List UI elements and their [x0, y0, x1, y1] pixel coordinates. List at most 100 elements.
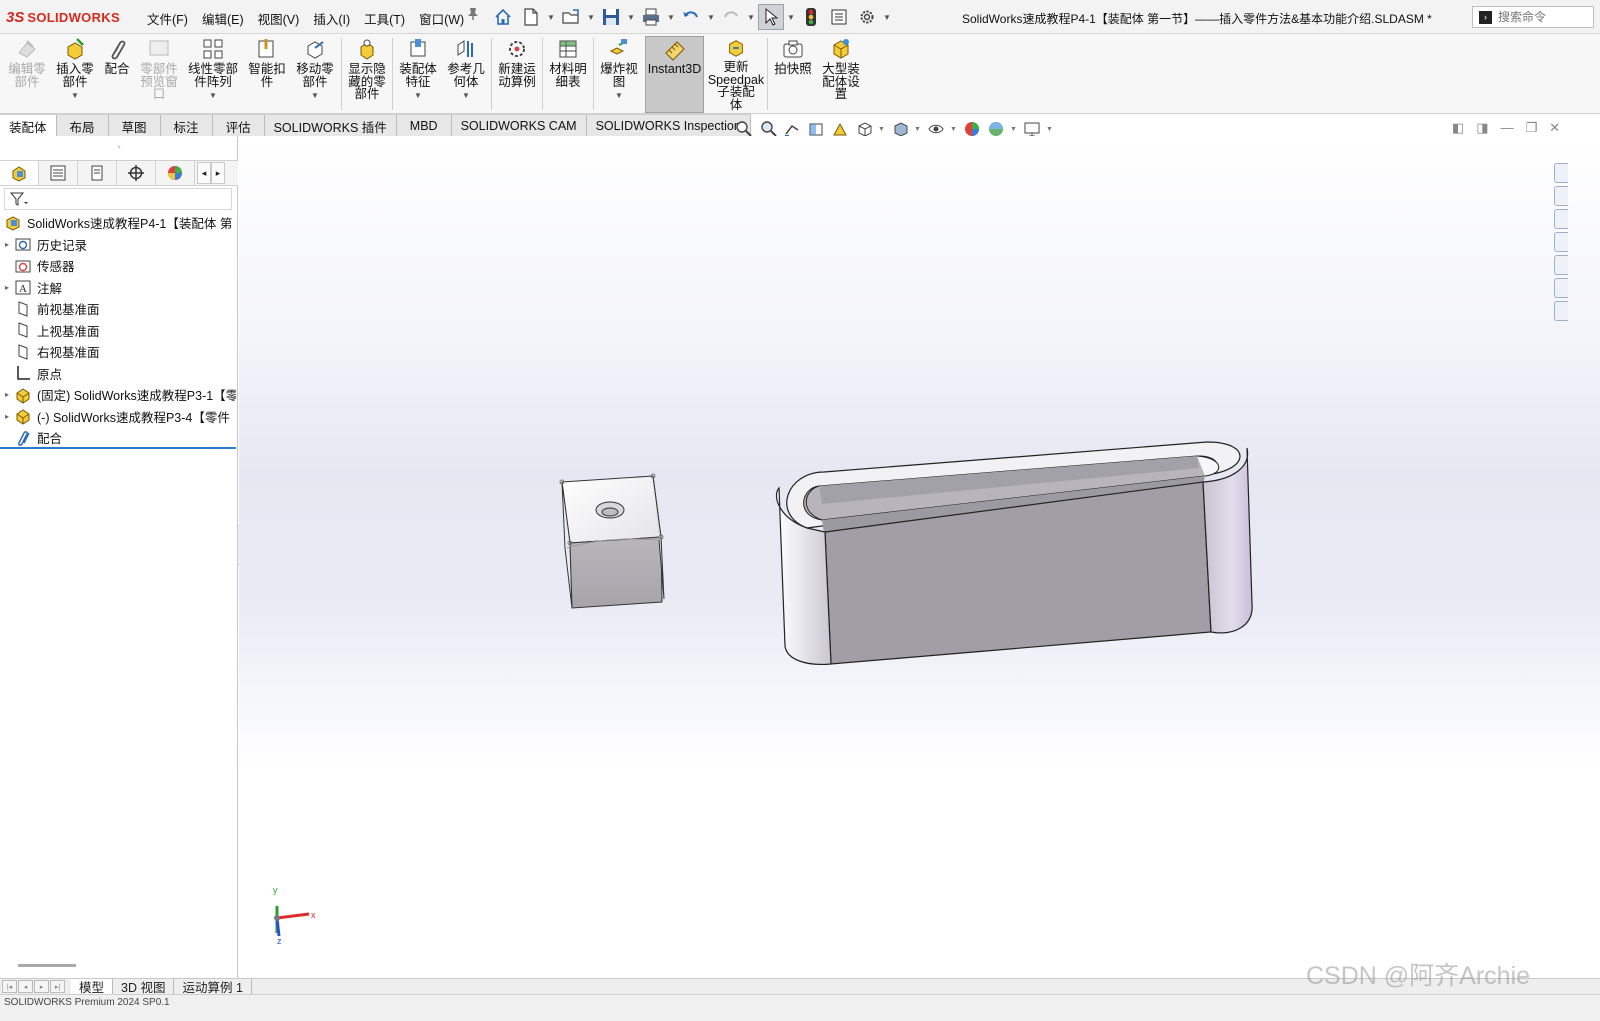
menu-window[interactable]: 窗口(W) — [412, 9, 471, 28]
settings-gear-icon[interactable] — [854, 4, 880, 30]
reference-geometry-dropdown-icon[interactable]: ▼ — [462, 90, 470, 103]
solidworks-resources-tab[interactable] — [1554, 163, 1568, 183]
collapse-left-icon[interactable]: ◧ — [1452, 120, 1464, 136]
collapse-right-icon[interactable]: ◨ — [1476, 120, 1488, 136]
save-icon[interactable] — [598, 4, 624, 30]
view-palette-tab[interactable] — [1554, 232, 1568, 252]
open-icon[interactable] — [558, 4, 584, 30]
insert-component-dropdown-icon[interactable]: ▼ — [71, 90, 79, 103]
insert-component-button[interactable]: 插入零 部件 ▼ — [52, 37, 98, 111]
tree-filter[interactable] — [4, 188, 232, 210]
tab-sketch[interactable]: 草图 — [108, 115, 161, 137]
linear-pattern-button[interactable]: 线性零部 件阵列 ▼ — [184, 37, 242, 111]
tab-evaluate[interactable]: 评估 — [212, 115, 265, 137]
select-arrow-icon[interactable] — [758, 4, 784, 30]
show-hidden-components-button[interactable]: 显示隐 藏的零 部件 — [344, 37, 390, 111]
panel-scrollbar[interactable] — [18, 964, 76, 967]
next-tab-icon[interactable]: ▸ — [34, 980, 49, 993]
reference-geometry-button[interactable]: 参考几 何体 ▼ — [443, 37, 489, 111]
tab-3d-views[interactable]: 3D 视图 — [113, 978, 175, 995]
minimize-icon[interactable]: — — [1501, 120, 1514, 136]
tab-solidworks-inspection[interactable]: SOLIDWORKS Inspection — [586, 115, 751, 137]
view-settings-dropdown-icon[interactable]: ▼ — [1046, 126, 1054, 133]
expand-arrow-icon[interactable]: ▸ — [0, 240, 14, 249]
snapshot-button[interactable]: 拍快照 — [770, 37, 816, 111]
tab-motion-study-1[interactable]: 运动算例 1 — [174, 978, 252, 995]
expand-arrow-icon[interactable]: ▸ — [0, 283, 14, 292]
new-document-icon[interactable] — [518, 4, 544, 30]
graphics-area[interactable]: y x z — [239, 136, 1600, 978]
redo-icon[interactable] — [718, 4, 744, 30]
select-dropdown-icon[interactable]: ▼ — [786, 4, 796, 30]
assembly-features-button[interactable]: 装配体 特征 ▼ — [395, 37, 441, 111]
menu-insert[interactable]: 插入(I) — [306, 9, 357, 28]
solidworks-logo[interactable]: 3S SOLIDWORKS — [6, 8, 120, 26]
prev-tab-icon[interactable]: ◂ — [18, 980, 33, 993]
settings-dropdown-icon[interactable]: ▼ — [882, 4, 892, 30]
hide-show-dropdown-icon[interactable]: ▼ — [950, 126, 958, 133]
custom-properties-tab[interactable] — [1554, 255, 1568, 275]
display-manager-tab[interactable] — [156, 161, 195, 185]
file-explorer-tab[interactable] — [1554, 209, 1568, 229]
tab-assembly[interactable]: 装配体 — [0, 115, 57, 137]
traffic-light-icon[interactable] — [798, 4, 824, 30]
tree-node[interactable]: 右视基准面 — [0, 341, 236, 363]
new-motion-study-button[interactable]: 新建运 动算例 — [494, 37, 540, 111]
exploded-view-dropdown-icon[interactable]: ▼ — [615, 90, 623, 103]
tray-component[interactable] — [775, 441, 1253, 666]
move-component-button[interactable]: 移动零 部件 ▼ — [292, 37, 338, 111]
tab-solidworks-addins[interactable]: SOLIDWORKS 插件 — [264, 115, 397, 137]
tab-layout[interactable]: 布局 — [56, 115, 109, 137]
tree-node[interactable]: 原点 — [0, 363, 236, 385]
search-input[interactable] — [1498, 10, 1588, 24]
expand-arrow-icon[interactable]: ▸ — [0, 412, 14, 421]
tree-node[interactable]: SolidWorks速成教程P4-1【装配体 第 — [0, 212, 236, 234]
tree-node[interactable]: 前视基准面 — [0, 298, 236, 320]
print-icon[interactable] — [638, 4, 664, 30]
tab-scroll-left-icon[interactable]: ◂ — [197, 162, 211, 184]
tree-node[interactable]: 传感器 — [0, 255, 236, 277]
menu-view[interactable]: 视图(V) — [251, 9, 307, 28]
menu-file[interactable]: 文件(F) — [140, 9, 195, 28]
tab-model[interactable]: 模型 — [71, 978, 114, 995]
configuration-manager-tab[interactable] — [78, 161, 117, 185]
close-icon[interactable]: ✕ — [1549, 120, 1560, 136]
smart-fasteners-button[interactable]: 智能扣 件 — [244, 37, 290, 111]
command-search[interactable]: › — [1472, 6, 1594, 28]
tab-markup[interactable]: 标注 — [160, 115, 213, 137]
mate-button[interactable]: 配合 — [100, 37, 134, 111]
expand-arrow-icon[interactable]: ▸ — [0, 390, 14, 399]
redo-dropdown-icon[interactable]: ▼ — [746, 4, 756, 30]
tree-node[interactable]: ▸ A 注解 — [0, 277, 236, 299]
pin-icon[interactable] — [466, 7, 480, 24]
large-assembly-settings-button[interactable]: 大型装 配体设 置 — [818, 37, 864, 111]
menu-edit[interactable]: 编辑(E) — [195, 9, 251, 28]
tree-node[interactable]: ▸ (-) SolidWorks速成教程P3-4【零件 — [0, 406, 236, 428]
tab-solidworks-cam[interactable]: SOLIDWORKS CAM — [451, 115, 587, 137]
linear-pattern-dropdown-icon[interactable]: ▼ — [209, 90, 217, 103]
instant3d-button[interactable]: Instant3D — [645, 36, 704, 113]
component-preview-button[interactable]: 零部件 预览窗 口 — [136, 37, 182, 111]
menu-tools[interactable]: 工具(T) — [357, 9, 412, 28]
open-dropdown-icon[interactable]: ▼ — [586, 4, 596, 30]
undo-icon[interactable] — [678, 4, 704, 30]
property-manager-tab[interactable] — [39, 161, 78, 185]
apply-scene-dropdown-icon[interactable]: ▼ — [1010, 126, 1018, 133]
rollback-bar[interactable] — [0, 447, 236, 449]
update-speedpak-button[interactable]: 更新 Speedpak 子装配 体 — [708, 37, 764, 111]
last-tab-icon[interactable]: ▸| — [50, 980, 65, 993]
tree-node[interactable]: 上视基准面 — [0, 320, 236, 342]
feature-manager-tab[interactable] — [0, 161, 39, 185]
solidworks-forum-tab[interactable] — [1554, 301, 1568, 321]
tab-mbd[interactable]: MBD — [396, 115, 452, 137]
bill-of-materials-button[interactable]: 材料明 细表 — [545, 37, 591, 111]
tree-node[interactable]: ▸ (固定) SolidWorks速成教程P3-1【零 — [0, 384, 236, 406]
view-orientation-dropdown-icon[interactable]: ▼ — [878, 126, 886, 133]
dimxpert-manager-tab[interactable] — [117, 161, 156, 185]
exploded-view-button[interactable]: 爆炸视 图 ▼ — [596, 37, 642, 111]
cube-component[interactable] — [559, 473, 665, 609]
home-icon[interactable] — [490, 4, 516, 30]
tab-scroll-right-icon[interactable]: ▸ — [211, 162, 225, 184]
restore-icon[interactable]: ❐ — [1526, 120, 1538, 136]
move-component-dropdown-icon[interactable]: ▼ — [311, 90, 319, 103]
